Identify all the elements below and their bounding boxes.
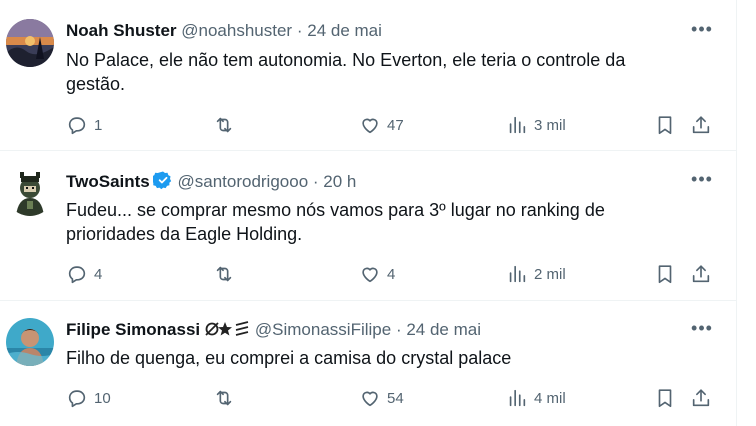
view-count: 2 mil xyxy=(534,265,566,283)
tweet-card[interactable]: Noah Shuster @noahshuster · 24 de mai ••… xyxy=(0,0,736,151)
views-button[interactable]: 2 mil xyxy=(506,261,566,287)
heart-icon xyxy=(362,267,378,283)
reply-count: 1 xyxy=(94,116,103,134)
bookmark-button[interactable] xyxy=(654,261,676,287)
bookmark-button[interactable] xyxy=(654,385,676,411)
timeline-feed: Noah Shuster @noahshuster · 24 de mai ••… xyxy=(0,0,737,426)
share-button[interactable] xyxy=(690,112,712,138)
heart-icon xyxy=(362,118,378,134)
share-upload-icon xyxy=(692,116,710,134)
views-bars-icon xyxy=(509,389,526,407)
bookmark-icon xyxy=(658,265,672,284)
like-button[interactable]: 4 xyxy=(359,261,395,287)
tweet-text: No Palace, ele não tem autonomia. No Eve… xyxy=(66,50,626,94)
timestamp[interactable]: 20 h xyxy=(323,172,356,191)
tweet-card[interactable]: Filipe Simonassi @SimonassiFilipe · 24 d… xyxy=(0,301,736,426)
share-button[interactable] xyxy=(690,385,712,411)
avatar[interactable] xyxy=(6,168,54,216)
display-name[interactable]: Filipe Simonassi xyxy=(66,320,200,339)
reply-bubble-icon xyxy=(68,266,86,284)
share-button[interactable] xyxy=(690,261,712,287)
bookmark-button[interactable] xyxy=(654,112,676,138)
bookmark-icon xyxy=(658,116,672,135)
views-bars-icon xyxy=(509,265,526,283)
views-bars-icon xyxy=(509,116,526,134)
timestamp[interactable]: 24 de mai xyxy=(406,320,481,339)
heart-icon xyxy=(362,391,378,407)
reply-count: 4 xyxy=(94,265,103,283)
separator-dot: · xyxy=(296,21,303,40)
retweet-arrows-icon xyxy=(216,117,232,133)
reply-count: 10 xyxy=(94,389,111,407)
retweet-button[interactable] xyxy=(213,112,241,138)
reply-button[interactable]: 10 xyxy=(66,385,111,411)
tweet-actions: 4 4 2 mil xyxy=(66,261,726,287)
tweet-text: Filho de quenga, eu comprei a camisa do … xyxy=(66,348,512,368)
more-dots-icon[interactable]: ••• xyxy=(690,20,714,44)
tweet-header: TwoSaints @santorodrigooo · 20 h xyxy=(66,170,356,196)
like-count: 4 xyxy=(387,265,396,283)
more-dots-icon[interactable]: ••• xyxy=(690,170,714,194)
reply-bubble-icon xyxy=(68,117,86,135)
tweet-actions: 1 47 3 mil xyxy=(66,112,726,138)
retweet-arrows-icon xyxy=(216,390,232,406)
separator-dot: · xyxy=(395,320,402,339)
retweet-button[interactable] xyxy=(213,385,241,411)
user-handle[interactable]: @noahshuster xyxy=(181,21,292,40)
retweet-arrows-icon xyxy=(216,266,232,282)
like-count: 54 xyxy=(387,389,404,407)
display-name[interactable]: TwoSaints xyxy=(66,172,150,191)
view-count: 3 mil xyxy=(534,116,566,134)
tweet-header: Filipe Simonassi @SimonassiFilipe · 24 d… xyxy=(66,319,481,344)
share-upload-icon xyxy=(692,265,710,283)
tweet-actions: 10 54 4 mil xyxy=(66,385,726,411)
view-count: 4 mil xyxy=(534,389,566,407)
user-handle[interactable]: @SimonassiFilipe xyxy=(255,320,391,339)
reply-button[interactable]: 4 xyxy=(66,261,102,287)
verified-badge-icon xyxy=(151,170,173,196)
views-button[interactable]: 3 mil xyxy=(506,112,566,138)
avatar[interactable] xyxy=(6,19,54,67)
tweet-text: Fudeu... se comprar mesmo nós vamos para… xyxy=(66,200,605,244)
retweet-button[interactable] xyxy=(213,261,241,287)
avatar[interactable] xyxy=(6,318,54,366)
more-dots-icon[interactable]: ••• xyxy=(690,319,714,343)
display-name[interactable]: Noah Shuster xyxy=(66,21,177,40)
like-count: 47 xyxy=(387,116,404,134)
user-handle[interactable]: @santorodrigooo xyxy=(177,172,308,191)
share-upload-icon xyxy=(692,389,710,407)
tweet-card[interactable]: TwoSaints @santorodrigooo · 20 h ••• Fud… xyxy=(0,151,736,301)
reply-button[interactable]: 1 xyxy=(66,112,102,138)
reply-bubble-icon xyxy=(68,390,86,408)
timestamp[interactable]: 24 de mai xyxy=(307,21,382,40)
bookmark-icon xyxy=(658,389,672,408)
views-button[interactable]: 4 mil xyxy=(506,385,566,411)
tweet-header: Noah Shuster @noahshuster · 24 de mai xyxy=(66,20,382,42)
like-button[interactable]: 54 xyxy=(359,385,404,411)
emoji-badges-icon xyxy=(204,320,250,344)
separator-dot: · xyxy=(312,172,319,191)
like-button[interactable]: 47 xyxy=(359,112,404,138)
